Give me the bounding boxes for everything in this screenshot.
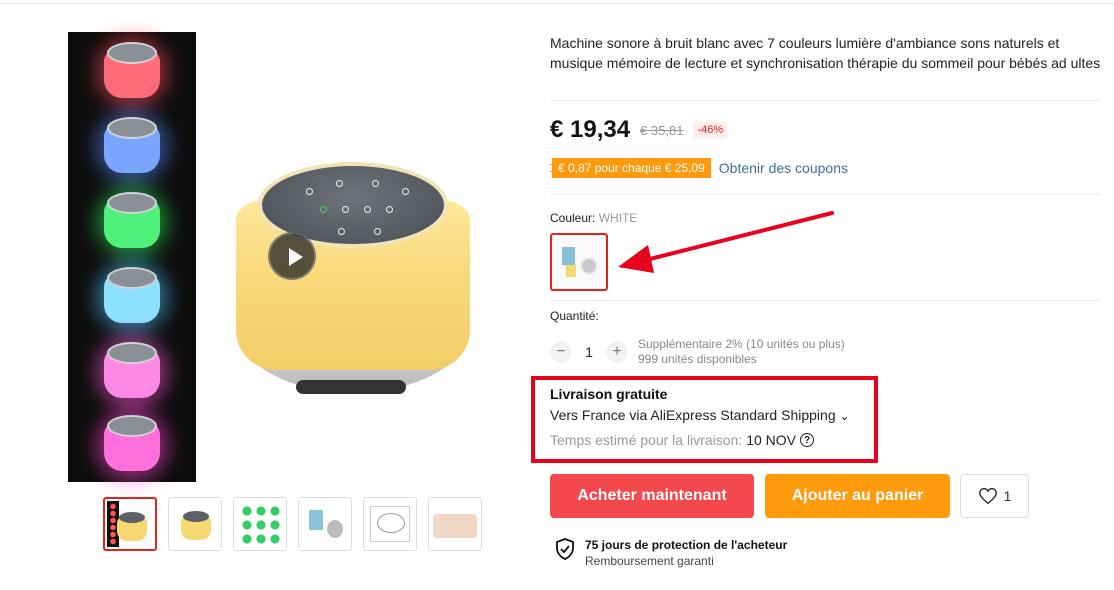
quantity-label: Quantité: [550,309,599,323]
stock-text: 999 unités disponibles [638,352,757,366]
heart-icon [978,487,997,505]
sound-machine-device [228,162,478,402]
play-icon[interactable] [268,232,316,280]
shield-check-icon [556,538,574,560]
thumbnail-4[interactable] [298,497,352,551]
quantity-plus-button[interactable]: + [606,341,628,363]
annotation-arrow [618,211,834,273]
mini-device-green [96,186,168,258]
shipping-method[interactable]: Vers France via AliExpress Standard Ship… [550,407,850,423]
mini-device-cyan [96,261,168,333]
protection-subtitle: Remboursement garanti [585,554,714,568]
delivery-date: 10 NOV [746,432,796,448]
quantity-info: Supplémentaire 2% (10 unités ou plus) 99… [638,337,845,367]
wishlist-button[interactable]: 1 [960,474,1029,518]
coupon-row: € 0,87 pour chaque € 25,09 Obtenir des c… [550,158,848,178]
quantity-minus-button[interactable]: − [550,341,572,363]
divider [550,100,1100,101]
main-product-image[interactable] [68,32,488,482]
mini-device-red [96,36,168,108]
protection-title: 75 jours de protection de l'acheteur [585,538,788,552]
price-row: € 19,34 € 35,81 -46% [550,116,728,144]
thumbnail-6[interactable] [428,497,482,551]
delivery-estimate: Temps estimé pour la livraison: 10 NOV ? [550,432,814,448]
buyer-protection: 75 jours de protection de l'acheteur Rem… [555,538,787,568]
help-icon[interactable]: ? [800,433,814,447]
get-coupons-link[interactable]: Obtenir des coupons [719,160,848,176]
bulk-discount-text: Supplémentaire 2% (10 unités ou plus) [638,337,845,351]
shipping-method-text: Vers France via AliExpress Standard Ship… [550,407,836,423]
quantity-stepper: − 1 + Supplémentaire 2% (10 unités ou pl… [550,337,845,367]
thumbnail-3[interactable] [233,497,287,551]
shipping-title: Livraison gratuite [550,386,668,402]
color-swatch-white[interactable] [550,233,608,291]
thumbnail-2[interactable] [168,497,222,551]
wishlist-count: 1 [1003,488,1012,504]
quantity-value[interactable]: 1 [572,344,606,360]
add-to-cart-button[interactable]: Ajouter au panier [765,474,950,518]
divider [550,300,1100,301]
divider [550,194,1100,195]
current-price: € 19,34 [550,116,631,143]
delivery-label: Temps estimé pour la livraison: [550,432,743,448]
buy-now-button[interactable]: Acheter maintenant [550,474,754,518]
product-title: Machine sonore à bruit blanc avec 7 coul… [550,35,1101,71]
thumbnail-1[interactable] [103,497,157,551]
color-strip-image [68,32,196,482]
thumbnail-list [103,497,482,551]
original-price: € 35,81 [640,122,684,138]
thumbnail-5[interactable] [363,497,417,551]
coupon-badge[interactable]: € 0,87 pour chaque € 25,09 [550,158,711,178]
top-divider [0,3,1114,4]
mini-device-blue [96,111,168,183]
mini-device-magenta [96,409,168,481]
chevron-down-icon: ⌄ [839,409,850,423]
discount-badge: -46% [693,122,728,138]
color-label-text: Couleur: [550,211,596,225]
mini-device-pink [96,336,168,408]
